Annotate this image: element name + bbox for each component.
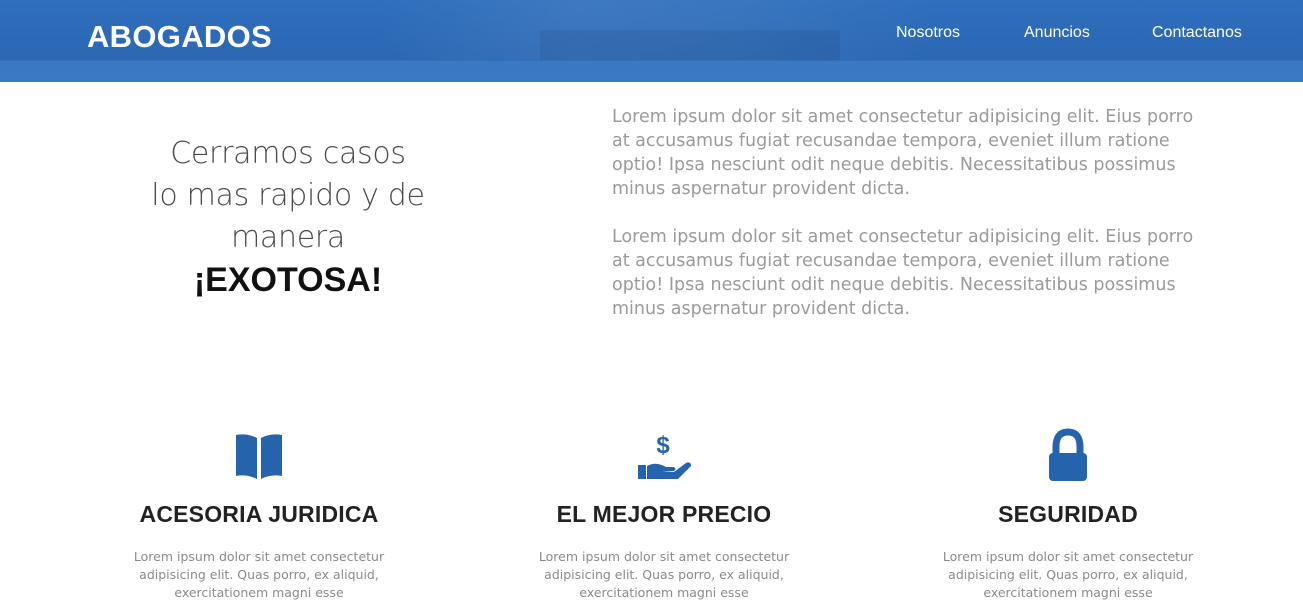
hero-paragraph-1: Lorem ipsum dolor sit amet consectetur a… xyxy=(612,107,1194,199)
main-nav: Nosotros Anuncios Contactanos xyxy=(0,24,1303,44)
hand-holding-dollar-icon: $ xyxy=(632,425,696,489)
hero-description: Lorem ipsum dolor sit amet consectetur a… xyxy=(612,105,1212,345)
features-section: ACESORIA JURIDICA Lorem ipsum dolor sit … xyxy=(0,425,1303,614)
hero-line-2: lo mas rapido y de xyxy=(151,178,425,213)
site-header: ABOGADOS Nosotros Anuncios Contactanos xyxy=(0,0,1303,82)
book-open-icon xyxy=(227,425,291,489)
feature-description: Lorem ipsum dolor sit amet consectetur a… xyxy=(133,549,385,600)
feature-description: Lorem ipsum dolor sit amet consectetur a… xyxy=(942,549,1194,600)
feature-card-seguridad: SEGURIDAD Lorem ipsum dolor sit amet con… xyxy=(918,425,1218,602)
nav-link-nosotros[interactable]: Nosotros xyxy=(896,24,960,42)
nav-link-contactanos[interactable]: Contactanos xyxy=(1152,24,1242,42)
feature-card-asesoria: ACESORIA JURIDICA Lorem ipsum dolor sit … xyxy=(109,425,409,602)
feature-title: SEGURIDAD xyxy=(998,501,1138,527)
hero-paragraph-2: Lorem ipsum dolor sit amet consectetur a… xyxy=(612,227,1194,319)
hero-line-1: Cerramos casos xyxy=(170,136,406,171)
svg-text:$: $ xyxy=(656,432,670,459)
feature-title: ACESORIA JURIDICA xyxy=(139,501,379,527)
nav-link-anuncios[interactable]: Anuncios xyxy=(1024,24,1090,42)
feature-description: Lorem ipsum dolor sit amet consectetur a… xyxy=(538,549,790,600)
hero-tagline: Cerramos casos lo mas rapido y de manera… xyxy=(130,133,446,301)
lock-icon xyxy=(1036,425,1100,489)
feature-title: EL MEJOR PRECIO xyxy=(556,501,772,527)
hero-line-3: manera xyxy=(231,220,345,255)
feature-card-precio: $ EL MEJOR PRECIO Lorem ipsum dolor sit … xyxy=(514,425,814,602)
hero-emphasis: ¡EXOTOSA! xyxy=(193,261,383,299)
